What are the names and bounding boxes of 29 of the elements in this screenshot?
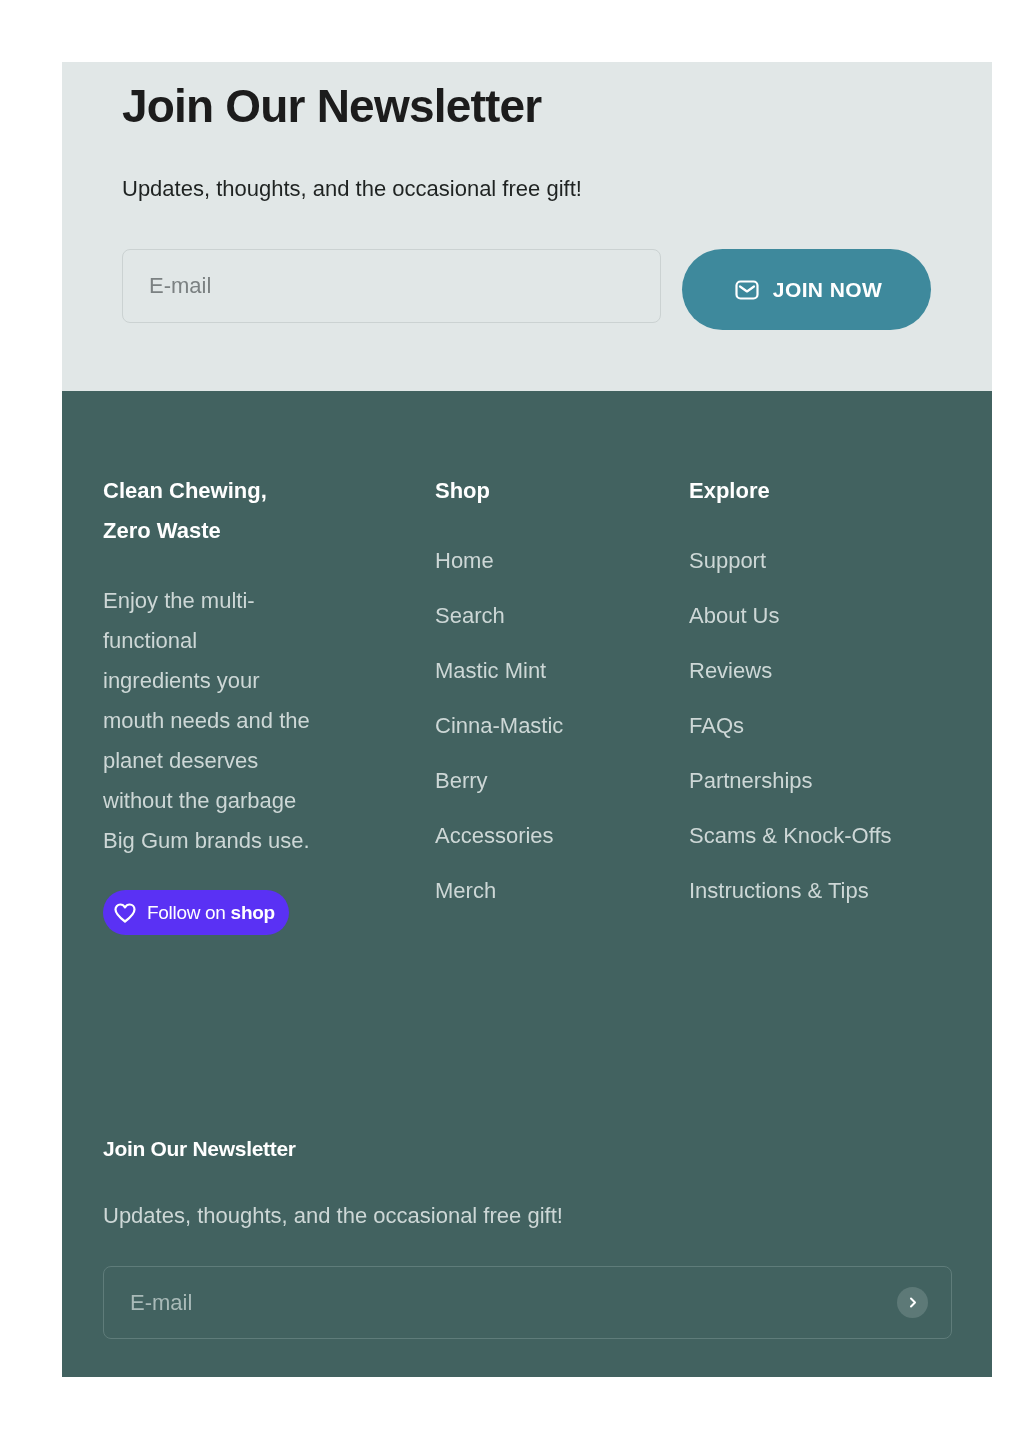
join-now-button[interactable]: JOIN NOW [682,249,931,330]
chevron-right-icon [908,1297,917,1308]
footer-link[interactable]: Home [435,541,494,581]
footer-link[interactable]: About Us [689,596,780,636]
footer-link[interactable]: Support [689,541,767,581]
menu-heading: Explore [689,477,770,505]
newsletter-subtitle: Updates, thoughts, and the occasional free gift! [122,175,582,203]
submit-button[interactable] [897,1287,928,1318]
footer-link[interactable]: FAQs [689,706,744,746]
brand-heading: Clean Chewing, Zero Waste [103,477,268,545]
footer-link[interactable]: Partnerships [689,761,813,801]
email-field[interactable]: E-mail [103,1266,952,1339]
follow-on-shop-button[interactable]: Follow on shop [103,890,289,935]
footer-link[interactable]: Search [435,596,505,636]
newsletter-heading: Join Our Newsletter [122,79,542,134]
brand-description: Enjoy the multi-functional ingredients your mouth needs and the planet deserves without the garbage Big Gum brands use. [103,587,311,855]
newsletter-subtitle: Updates, thoughts, and the occasional free gift! [103,1202,563,1230]
footer-link[interactable]: Cinna-Mastic [435,706,564,746]
footer-link[interactable]: Reviews [689,651,773,691]
footer-link[interactable]: Merch [435,871,497,911]
newsletter-heading: Join Our Newsletter [103,1136,296,1162]
menu-heading: Shop [435,477,490,505]
footer-link[interactable]: Accessories [435,816,554,856]
footer-link[interactable]: Mastic Mint [435,651,547,691]
footer-link[interactable]: Scams & Knock-Offs [689,816,892,856]
envelope-icon [734,279,759,300]
footer-link[interactable]: Instructions & Tips [689,871,869,911]
heart-icon [114,902,136,923]
footer-link[interactable]: Berry [435,761,488,801]
